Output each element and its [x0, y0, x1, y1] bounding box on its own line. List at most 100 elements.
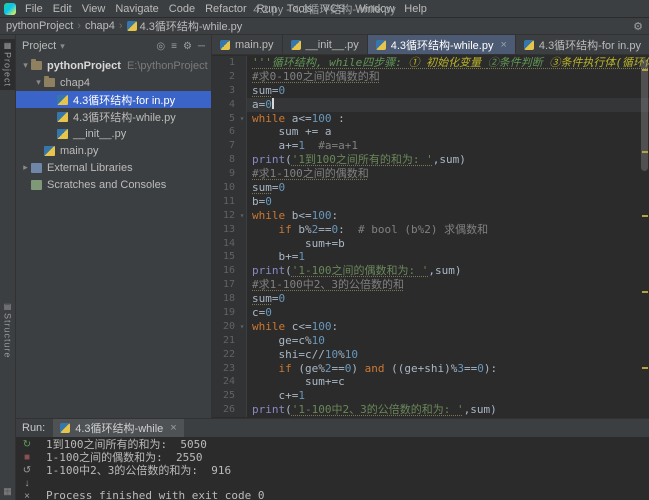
python-file-icon — [57, 129, 68, 139]
breadcrumb-item[interactable]: chap4 — [85, 20, 115, 32]
project-panel-title[interactable]: Project — [22, 40, 56, 52]
code-line[interactable]: 21 ge=c%10 — [212, 334, 649, 348]
fold-icon — [238, 362, 247, 376]
menu-help[interactable]: Help — [399, 3, 432, 15]
line-number: 5 — [212, 112, 238, 126]
tool-button-project[interactable]: ▦ Project — [0, 39, 15, 90]
code-line[interactable]: 20▾while c<=100: — [212, 320, 649, 334]
restore-layout-icon[interactable]: ↺ — [23, 465, 31, 476]
editor-tab[interactable]: main.py — [212, 35, 283, 54]
run-panel-header: Run: 4.3循环结构-while × — [16, 419, 649, 437]
editor[interactable]: 1'''循环结构, while四步骤: ① 初始化变量 ②条件判断 ③条件执行体… — [212, 55, 649, 418]
code-line[interactable]: 12▾while b<=100: — [212, 209, 649, 223]
console-output[interactable]: 1到100之间所有的和为: 50501-100之间的偶数和为: 25501-10… — [38, 437, 649, 500]
tree-item-label: Scratches and Consoles — [47, 179, 166, 191]
scrollbar-thumb[interactable] — [641, 59, 648, 171]
code-line[interactable]: 25 c+=1 — [212, 389, 649, 403]
hide-panel-icon[interactable]: ─ — [198, 41, 205, 52]
tree-item[interactable]: main.py — [16, 142, 211, 159]
tool-windows-toggle-icon[interactable]: ▦ — [3, 486, 12, 497]
breadcrumb-item[interactable]: 4.3循环结构-while.py — [140, 18, 243, 34]
line-number: 7 — [212, 139, 238, 153]
line-number: 17 — [212, 278, 238, 292]
code-line[interactable]: 1'''循环结构, while四步骤: ① 初始化变量 ②条件判断 ③条件执行体… — [212, 56, 649, 70]
warning-stripe-mark[interactable] — [642, 69, 648, 71]
collapse-all-icon[interactable]: ≡ — [171, 41, 177, 52]
line-number: 2 — [212, 70, 238, 84]
fold-icon[interactable]: ▾ — [238, 209, 247, 223]
tree-item[interactable]: ▸External Libraries — [16, 159, 211, 176]
stop-icon[interactable]: ■ — [24, 452, 30, 463]
settings-icon[interactable]: ⚙ — [633, 20, 643, 33]
tree-item[interactable]: ▾pythonProjectE:\pythonProject — [16, 57, 211, 74]
close-icon[interactable]: × — [170, 422, 176, 434]
run-tab[interactable]: 4.3循环结构-while × — [53, 419, 183, 437]
code-line[interactable]: 9#求1-100之间的偶数和 — [212, 167, 649, 181]
warning-stripe-mark[interactable] — [642, 291, 648, 293]
menu-code[interactable]: Code — [164, 3, 200, 15]
chevron-icon[interactable]: ▾ — [33, 77, 44, 88]
code-line[interactable]: 23 if (ge%2==0) and ((ge+shi)%3==0): — [212, 362, 649, 376]
code-text: #求1-100之间的偶数和 — [247, 167, 649, 181]
tree-item[interactable]: ▾chap4 — [16, 74, 211, 91]
tree-item[interactable]: 4.3循环结构-while.py — [16, 108, 211, 125]
code-line[interactable]: 16print('1-100之间的偶数和为: ',sum) — [212, 264, 649, 278]
code-line[interactable]: 3sum=0 — [212, 84, 649, 98]
fold-icon — [238, 223, 247, 237]
tab-label: 4.3循环结构-for in.py — [539, 37, 641, 53]
editor-tab[interactable]: 4.3循环结构-while.py× — [368, 35, 516, 54]
menu-view[interactable]: View — [77, 3, 111, 15]
settings-icon[interactable]: ⚙ — [183, 41, 192, 52]
menu-edit[interactable]: Edit — [48, 3, 77, 15]
warning-stripe-mark[interactable] — [642, 367, 648, 369]
navigation-bar: pythonProject›chap4›4.3循环结构-while.py ⚙ — [0, 18, 649, 35]
code-line[interactable]: 19c=0 — [212, 306, 649, 320]
structure-tool-icon: ▤ — [4, 303, 12, 311]
chevron-icon[interactable]: ▾ — [20, 60, 31, 71]
code-text: while b<=100: — [247, 209, 649, 223]
fold-icon[interactable]: ▾ — [238, 320, 247, 334]
code-line[interactable]: 11b=0 — [212, 195, 649, 209]
tree-item[interactable]: __init__.py — [16, 125, 211, 142]
chevron-icon[interactable]: ▸ — [20, 162, 31, 173]
editor-scrollbar[interactable] — [640, 55, 649, 418]
code-line[interactable]: 14 sum+=b — [212, 237, 649, 251]
tree-item[interactable]: 4.3循环结构-for in.py — [16, 91, 211, 108]
code-line[interactable]: 22 shi=c//10%10 — [212, 348, 649, 362]
scroll-to-end-icon[interactable]: ↓ — [25, 478, 30, 489]
code-line[interactable]: 2#求0-100之间的偶数的和 — [212, 70, 649, 84]
warning-stripe-mark[interactable] — [642, 215, 648, 217]
code-line[interactable]: 24 sum+=c — [212, 375, 649, 389]
warning-stripe-mark[interactable] — [642, 151, 648, 153]
breadcrumb-item[interactable]: pythonProject — [6, 20, 73, 32]
tree-item[interactable]: Scratches and Consoles — [16, 176, 211, 193]
code-text: shi=c//10%10 — [247, 348, 649, 362]
chevron-down-icon[interactable]: ▾ — [60, 41, 65, 52]
code-line[interactable]: 8print('1到100之间所有的和为: ',sum) — [212, 153, 649, 167]
code-line[interactable]: 18sum=0 — [212, 292, 649, 306]
console-line: 1-100中2、3的公倍数的和为: 916 — [46, 465, 641, 478]
code-line[interactable]: 15 b+=1 — [212, 250, 649, 264]
fold-icon — [238, 84, 247, 98]
fold-icon[interactable]: ▾ — [238, 112, 247, 126]
close-icon[interactable]: × — [500, 39, 506, 51]
menu-file[interactable]: File — [20, 3, 48, 15]
project-panel: Project ▾ ◎ ≡ ⚙ ─ ▾pythonProjectE:\pythonPr… — [16, 35, 212, 418]
menu-refactor[interactable]: Refactor — [200, 3, 252, 15]
tool-button-structure[interactable]: ▤ Structure — [0, 300, 15, 362]
locate-file-icon[interactable]: ◎ — [156, 41, 165, 52]
code-line[interactable]: 10sum=0 — [212, 181, 649, 195]
code-line[interactable]: 5▾while a<=100 : — [212, 112, 649, 126]
code-line[interactable]: 6 sum += a — [212, 125, 649, 139]
code-line[interactable]: 4a=0 — [212, 98, 649, 112]
clear-icon[interactable]: × — [24, 491, 30, 500]
rerun-icon[interactable]: ↻ — [23, 439, 31, 450]
code-line[interactable]: 26print('1-100中2、3的公倍数的和为: ',sum) — [212, 403, 649, 417]
menu-navigate[interactable]: Navigate — [110, 3, 163, 15]
code-line[interactable]: 17#求1-100中2、3的公倍数的和 — [212, 278, 649, 292]
editor-tab[interactable]: __init__.py — [283, 35, 368, 54]
code-line[interactable]: 13 if b%2==0: # bool (b%2) 求偶数和 — [212, 223, 649, 237]
code-text: print('1-100之间的偶数和为: ',sum) — [247, 264, 649, 278]
editor-tab[interactable]: 4.3循环结构-for in.py× — [516, 35, 649, 54]
code-line[interactable]: 7 a+=1 #a=a+1 — [212, 139, 649, 153]
